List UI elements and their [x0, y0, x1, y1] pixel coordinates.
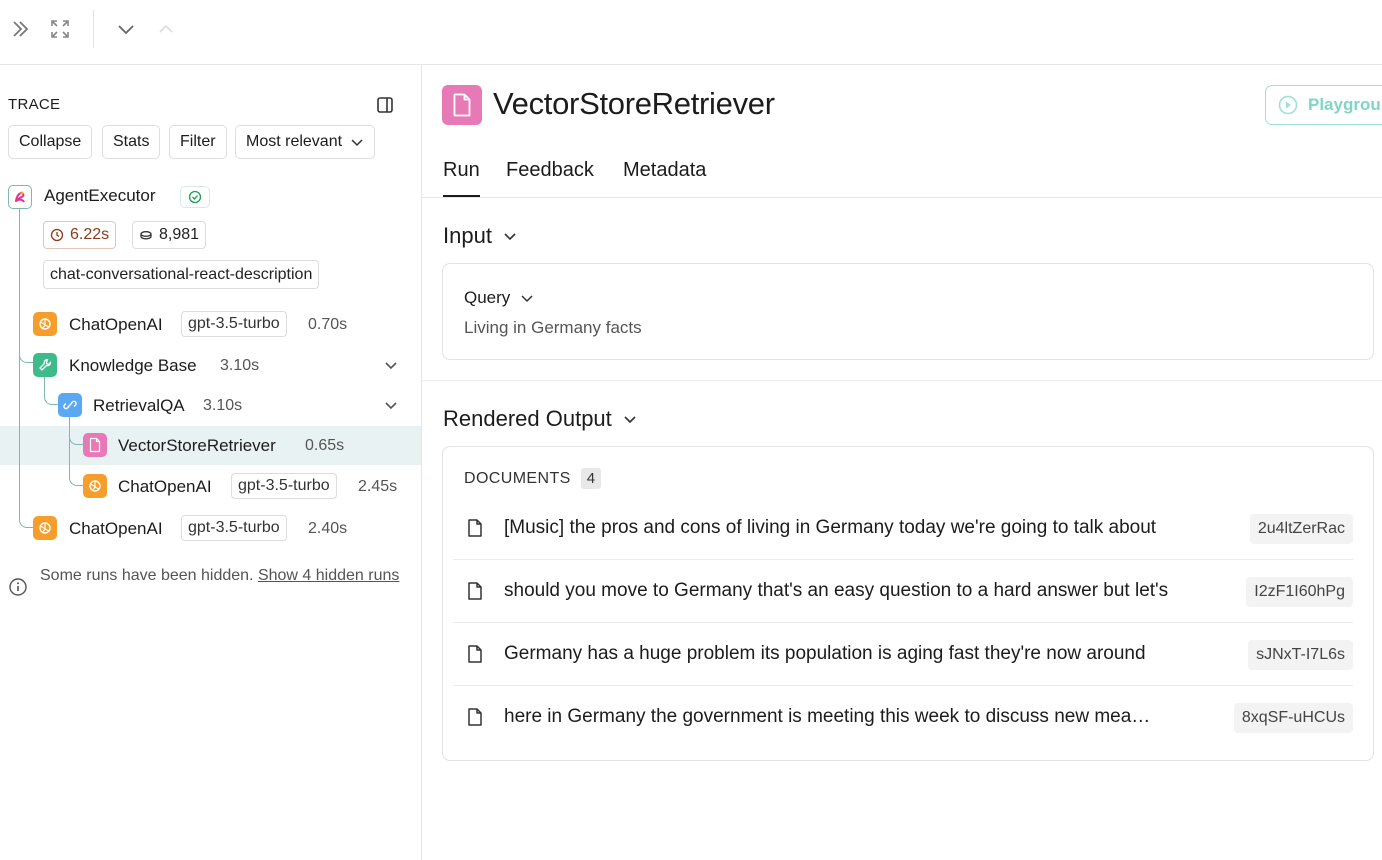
detail-tabs: Run Feedback Metadata — [422, 135, 1382, 198]
document-row[interactable]: should you move to Germany that's an eas… — [453, 560, 1353, 623]
latency-badge: 6.22s — [43, 221, 117, 249]
run-latency: 0.70s — [308, 316, 348, 333]
chevron-down-icon[interactable] — [383, 357, 401, 375]
hidden-runs-text: Some runs have been hidden. — [40, 567, 254, 584]
file-icon — [468, 708, 482, 726]
output-section-toggle[interactable]: Rendered Output — [443, 406, 638, 432]
double-chevron-right-icon[interactable] — [7, 16, 33, 42]
run-title: VectorStoreRetriever — [493, 86, 775, 121]
tree-connector — [19, 208, 33, 528]
openai-icon — [33, 516, 57, 540]
play-icon — [1278, 95, 1298, 115]
document-row[interactable]: here in Germany the government is meetin… — [453, 686, 1353, 749]
document-id: 2u4ltZerRac — [1249, 514, 1353, 544]
documents-label: DOCUMENTS — [464, 469, 571, 487]
document-row[interactable]: Germany has a huge problem its populatio… — [453, 623, 1353, 686]
file-icon — [468, 519, 482, 537]
filter-button[interactable]: Filter — [169, 125, 227, 159]
run-name-knowledge-base[interactable]: Knowledge Base — [69, 356, 197, 376]
playground-button[interactable]: Playground — [1265, 85, 1382, 125]
output-card: DOCUMENTS 4 [Music] the pros and cons of… — [442, 446, 1374, 761]
input-section-toggle[interactable]: Input — [443, 223, 518, 249]
coins-icon — [140, 231, 152, 240]
tab-feedback[interactable]: Feedback — [506, 159, 594, 195]
info-icon — [8, 577, 28, 597]
trace-panel: TRACE Collapse Stats Filter Most relevan… — [0, 65, 422, 860]
file-icon — [442, 85, 482, 125]
document-id: sJNxT-I7L6s — [1248, 640, 1353, 670]
chevron-up-icon[interactable] — [153, 16, 179, 42]
tree-connector — [44, 377, 58, 405]
document-id: 8xqSF-uHCUs — [1233, 703, 1353, 733]
tab-run[interactable]: Run — [443, 159, 480, 197]
query-label: Query — [464, 288, 511, 307]
model-tag: gpt-3.5-turbo — [181, 311, 287, 337]
run-name-agentexecutor[interactable]: AgentExecutor — [44, 186, 156, 206]
agent-icon — [8, 185, 32, 209]
document-text: here in Germany the government is meetin… — [504, 706, 1154, 727]
token-count-badge: 8,981 — [132, 221, 207, 249]
file-icon — [468, 582, 482, 600]
run-detail-panel: VectorStoreRetriever Playground Run Feed… — [422, 65, 1382, 860]
clock-icon — [50, 228, 64, 242]
run-latency: 3.10s — [203, 397, 243, 414]
run-name-vectorstoreretriever[interactable]: VectorStoreRetriever — [118, 436, 276, 456]
chevron-down-icon — [504, 233, 516, 241]
model-tag: gpt-3.5-turbo — [181, 515, 287, 541]
chevron-down-icon — [624, 416, 636, 424]
documents-count: 4 — [580, 468, 602, 489]
run-latency: 3.10s — [220, 357, 260, 374]
document-text: Germany has a huge problem its populatio… — [504, 643, 1146, 664]
hidden-runs-notice: Some runs have been hidden. Show 4 hidde… — [40, 565, 410, 587]
run-latency: 2.40s — [308, 520, 348, 537]
openai-icon — [33, 312, 57, 336]
success-check-icon — [180, 186, 210, 208]
chevron-down-icon[interactable] — [113, 16, 139, 42]
top-toolbar — [0, 0, 1382, 65]
sort-dropdown[interactable]: Most relevant — [235, 125, 376, 159]
chevron-down-icon — [351, 139, 363, 147]
run-latency: 0.65s — [305, 437, 345, 454]
trace-title: TRACE — [8, 96, 61, 113]
run-latency: 2.45s — [358, 478, 398, 495]
run-tag: chat-conversational-react-description — [43, 260, 320, 289]
run-name-chatopenai[interactable]: ChatOpenAI — [69, 315, 163, 335]
document-text: [Music] the pros and cons of living in G… — [504, 517, 1157, 538]
token-count-value: 8,981 — [159, 226, 200, 243]
query-toggle[interactable]: Query — [464, 288, 534, 308]
tree-connector — [69, 417, 83, 486]
show-hidden-runs-link[interactable]: Show 4 hidden runs — [258, 567, 399, 584]
run-name-retrievalqa[interactable]: RetrievalQA — [93, 396, 185, 416]
document-id: I2zF1I60hPg — [1246, 577, 1353, 607]
wrench-icon — [33, 353, 57, 377]
chevron-down-icon — [521, 295, 533, 303]
openai-icon — [83, 474, 107, 498]
sort-dropdown-label: Most relevant — [246, 133, 343, 150]
toolbar-divider — [93, 10, 94, 48]
document-text: should you move to Germany that's an eas… — [504, 580, 1169, 601]
document-row[interactable]: [Music] the pros and cons of living in G… — [453, 497, 1353, 560]
section-divider — [422, 380, 1382, 381]
chevron-down-icon[interactable] — [383, 397, 401, 415]
model-tag: gpt-3.5-turbo — [231, 473, 337, 499]
collapse-button[interactable]: Collapse — [8, 125, 93, 159]
stats-button[interactable]: Stats — [102, 125, 161, 159]
file-icon — [468, 645, 482, 663]
latency-value: 6.22s — [70, 226, 110, 243]
file-icon — [83, 433, 107, 457]
documents-header: DOCUMENTS 4 — [464, 468, 602, 489]
playground-label: Playground — [1308, 95, 1382, 114]
query-value: Living in Germany facts — [464, 318, 642, 337]
chain-link-icon — [58, 393, 82, 417]
input-card: Query Living in Germany facts — [442, 263, 1374, 360]
expand-arrows-icon[interactable] — [47, 16, 73, 42]
run-name-chatopenai[interactable]: ChatOpenAI — [69, 519, 163, 539]
tab-metadata[interactable]: Metadata — [623, 159, 706, 195]
run-name-chatopenai[interactable]: ChatOpenAI — [118, 477, 212, 497]
output-section-title: Rendered Output — [443, 406, 612, 431]
sidebar-toggle-icon[interactable] — [376, 96, 396, 116]
input-section-title: Input — [443, 223, 492, 248]
